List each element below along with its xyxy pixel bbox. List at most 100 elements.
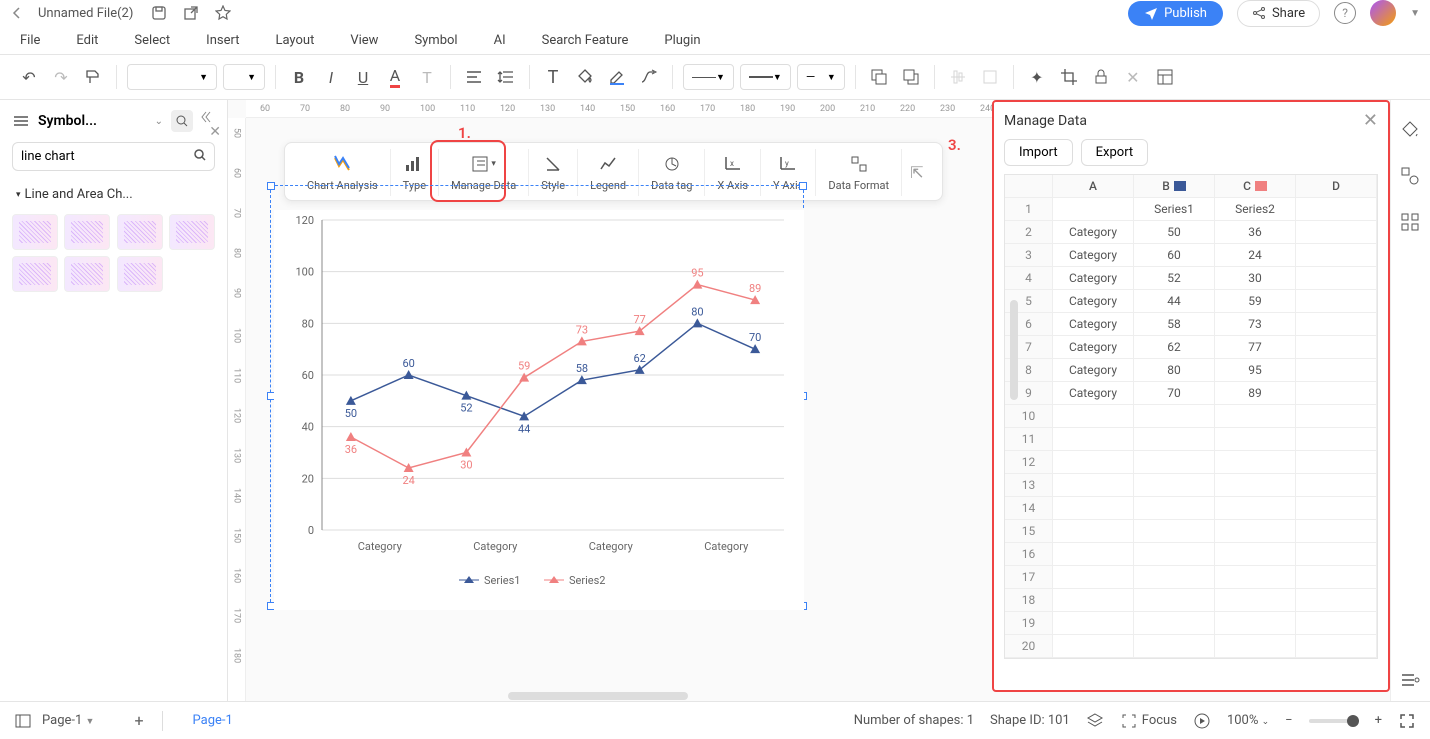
shape-back-icon[interactable] <box>898 64 924 90</box>
undo-icon[interactable]: ↶ <box>16 64 42 90</box>
tools-icon[interactable]: ✕ <box>1120 64 1146 90</box>
pin-icon[interactable]: ⇱ <box>902 163 931 182</box>
style-icon <box>544 153 562 175</box>
grid-icon[interactable] <box>1400 212 1422 234</box>
h-scrollbar[interactable] <box>508 692 688 700</box>
category-line-area[interactable]: ▾ Line and Area Ch... <box>12 181 215 208</box>
save-icon[interactable] <box>151 5 167 21</box>
line-weight-select[interactable]: ▼ <box>740 64 791 90</box>
chart-analysis-button[interactable]: Chart Analysis <box>295 149 391 196</box>
chart-thumbnail[interactable] <box>117 214 163 250</box>
menu-select[interactable]: Select <box>134 33 170 48</box>
menu-view[interactable]: View <box>350 33 378 48</box>
layers-bottom-icon[interactable] <box>1086 712 1104 730</box>
canvas[interactable]: 6070809010011012013014015016017018019020… <box>228 100 1430 712</box>
text-color-icon[interactable]: A <box>382 64 408 90</box>
manage-data-button[interactable]: ▾ Manage Data <box>439 149 529 196</box>
line-chart[interactable]: 020406080100120CategoryCategoryCategoryC… <box>274 210 804 610</box>
search-toggle-icon[interactable] <box>171 110 193 132</box>
sparkle-icon[interactable]: ✦ <box>1024 64 1050 90</box>
chart-thumbnail[interactable] <box>12 214 58 250</box>
chart-type-button[interactable]: Type <box>391 149 439 196</box>
star-icon[interactable] <box>215 5 231 21</box>
text-tool-icon[interactable]: T <box>540 64 566 90</box>
connector-icon[interactable] <box>636 64 662 90</box>
bold-icon[interactable]: B <box>286 64 312 90</box>
focus-group[interactable]: Focus <box>1120 712 1177 730</box>
menu-dropdown-icon[interactable]: ▼ <box>1410 8 1420 19</box>
symbol-search-input[interactable] <box>12 142 215 171</box>
menu-symbol[interactable]: Symbol <box>414 33 457 48</box>
left-panel: Symbol... ⌄ ✕ ▾ Line and Area Ch... <box>0 100 228 712</box>
marker-icon[interactable] <box>604 64 630 90</box>
fill-icon[interactable] <box>572 64 598 90</box>
line-style-select[interactable]: ▼ <box>683 64 734 90</box>
zoom-in-icon[interactable]: + <box>1375 713 1382 728</box>
chevron-down-icon[interactable]: ⌄ <box>155 116 163 127</box>
layout-icon[interactable] <box>1152 64 1178 90</box>
zoom-level[interactable]: 100% ⌄ <box>1227 713 1269 728</box>
size-select[interactable]: ▼ <box>223 64 265 90</box>
chart-thumbnail[interactable] <box>12 256 58 292</box>
underline-icon[interactable]: U <box>350 64 376 90</box>
fullscreen-icon[interactable] <box>1398 712 1416 730</box>
chart-yaxis-button[interactable]: y Y Axis <box>761 149 816 196</box>
chart-thumbnail[interactable] <box>64 214 110 250</box>
avatar[interactable] <box>1370 0 1396 26</box>
crop-icon[interactable] <box>1056 64 1082 90</box>
menu-layout[interactable]: Layout <box>275 33 314 48</box>
chart-thumbnail[interactable] <box>64 256 110 292</box>
line-spacing-icon[interactable] <box>493 64 519 90</box>
svg-text:60: 60 <box>402 357 414 370</box>
zoom-slider[interactable] <box>1309 719 1359 723</box>
file-name[interactable]: Unnamed File(2) <box>38 6 133 21</box>
chart-thumbnail[interactable] <box>117 256 163 292</box>
help-icon[interactable]: ? <box>1334 2 1356 24</box>
highlight-icon[interactable]: T <box>414 64 440 90</box>
menu-insert[interactable]: Insert <box>206 33 239 48</box>
symbol-panel-title: Symbol... <box>38 113 147 129</box>
shapes-icon[interactable] <box>1400 166 1422 188</box>
chart-datatag-button[interactable]: Data tag <box>639 149 705 196</box>
import-button[interactable]: Import <box>1004 139 1073 166</box>
chart-thumbnail[interactable] <box>169 214 215 250</box>
align-icon[interactable] <box>461 64 487 90</box>
paint-bucket-icon[interactable] <box>1400 120 1422 142</box>
chart-dataformat-button[interactable]: Data Format <box>816 149 902 196</box>
menu-search-feature[interactable]: Search Feature <box>542 33 629 48</box>
layers-icon[interactable] <box>12 112 30 130</box>
open-external-icon[interactable] <box>183 5 199 21</box>
search-icon[interactable] <box>193 148 207 162</box>
play-icon[interactable] <box>1193 712 1211 730</box>
shape-front-icon[interactable] <box>866 64 892 90</box>
arrow-select[interactable]: —▼ <box>797 64 845 90</box>
export-button[interactable]: Export <box>1081 139 1149 166</box>
italic-icon[interactable]: I <box>318 64 344 90</box>
align-shapes-icon[interactable] <box>945 64 971 90</box>
publish-button[interactable]: Publish <box>1128 1 1223 26</box>
page-tab[interactable]: Page-1 <box>181 713 245 728</box>
page-panel-icon[interactable] <box>14 712 32 730</box>
chart-style-button[interactable]: Style <box>529 149 578 196</box>
lock-icon[interactable] <box>1088 64 1114 90</box>
menu-file[interactable]: File <box>20 33 40 48</box>
menu-ai[interactable]: AI <box>494 33 506 48</box>
add-page-icon[interactable]: + <box>134 711 143 730</box>
data-grid[interactable]: ABCD1Series1Series22Category50363Categor… <box>1004 174 1378 659</box>
zoom-out-icon[interactable]: − <box>1285 713 1292 728</box>
font-select[interactable]: ▼ <box>127 64 217 90</box>
page-select[interactable]: Page-1 ▼ <box>42 713 94 728</box>
redo-icon[interactable]: ↷ <box>48 64 74 90</box>
menu-edit[interactable]: Edit <box>76 33 98 48</box>
share-button[interactable]: Share <box>1237 0 1320 27</box>
format-painter-icon[interactable] <box>80 64 106 90</box>
chart-legend-button[interactable]: Legend <box>578 149 639 196</box>
settings-list-icon[interactable] <box>1400 670 1422 692</box>
menu-plugin[interactable]: Plugin <box>664 33 700 48</box>
v-scrollbar[interactable] <box>1010 300 1018 400</box>
back-button[interactable] <box>10 6 24 20</box>
close-icon[interactable]: ✕ <box>1363 110 1378 131</box>
clear-search-icon[interactable]: ✕ <box>209 124 221 140</box>
distribute-icon[interactable] <box>977 64 1003 90</box>
chart-xaxis-button[interactable]: x X Axis <box>705 149 761 196</box>
